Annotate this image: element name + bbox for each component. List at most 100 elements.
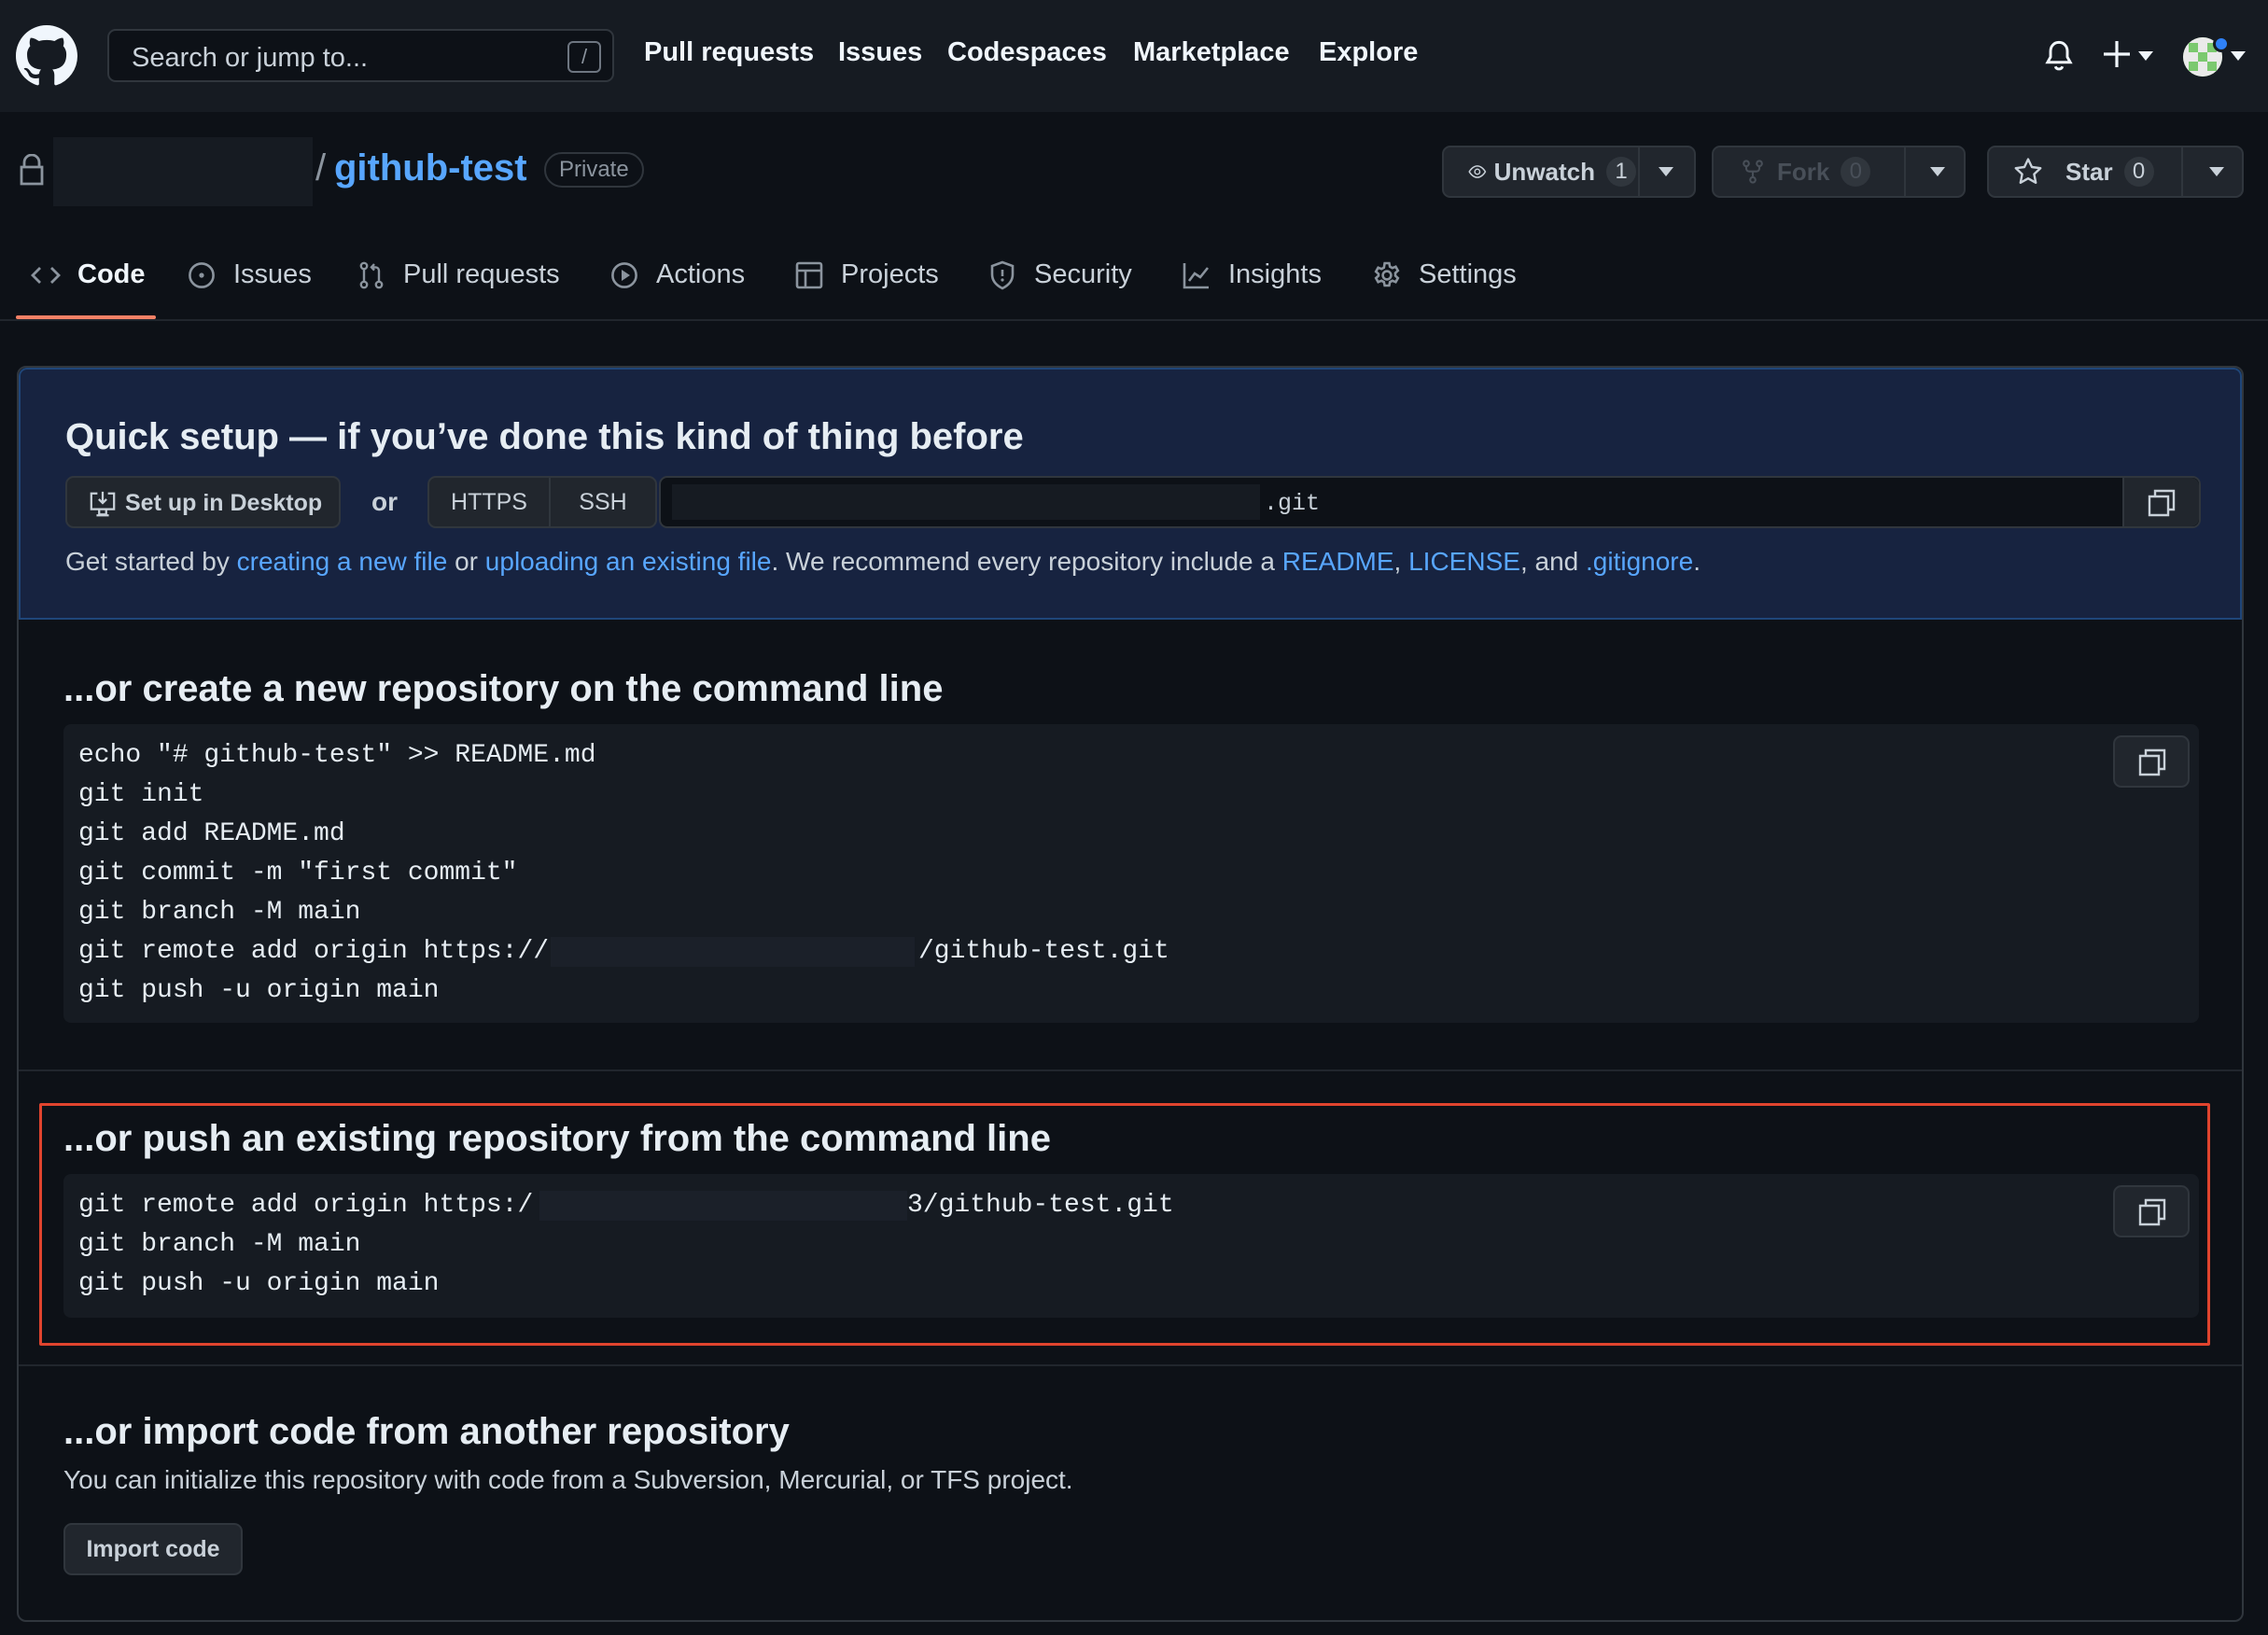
search-placeholder: Search or jump to... xyxy=(132,43,369,73)
copy-icon xyxy=(2138,748,2166,776)
tab-projects[interactable]: Projects xyxy=(794,259,939,290)
code-line: echo "# github-test" >> README.md xyxy=(78,741,596,770)
code-line: git branch -M main xyxy=(78,898,361,927)
help-text-part: Get started by xyxy=(65,547,237,576)
plus-icon[interactable] xyxy=(2102,39,2132,69)
https-button[interactable]: HTTPS xyxy=(429,478,549,526)
chevron-down-icon[interactable] xyxy=(1659,167,1673,176)
help-text-part: , xyxy=(1393,547,1409,576)
button-divider xyxy=(2181,147,2183,196)
tab-label: Pull requests xyxy=(403,259,560,289)
nav-codespaces[interactable]: Codespaces xyxy=(947,37,1107,68)
license-link[interactable]: LICENSE xyxy=(1408,547,1520,576)
clone-url-field[interactable]: .git xyxy=(659,476,2201,528)
notification-dot xyxy=(2213,35,2230,52)
annotation-highlight-box xyxy=(39,1103,2210,1346)
watch-button-group: Unwatch 1 xyxy=(1442,146,1696,198)
star-button-group: Star 0 xyxy=(1987,146,2244,198)
star-count: 0 xyxy=(2123,157,2154,187)
clone-url-redacted xyxy=(672,484,1260,520)
bell-icon[interactable] xyxy=(2042,37,2076,75)
tab-label: Issues xyxy=(233,259,312,289)
fork-count: 0 xyxy=(1841,157,1871,187)
issue-icon xyxy=(189,261,215,288)
repo-name-link[interactable]: github-test xyxy=(334,147,527,189)
fork-button[interactable]: Fork 0 xyxy=(1714,147,1906,196)
create-new-file-link[interactable]: creating a new file xyxy=(237,547,448,576)
chevron-down-icon[interactable] xyxy=(2209,167,2224,176)
owner-name-redacted[interactable] xyxy=(53,137,313,206)
shield-icon xyxy=(990,260,1015,289)
import-code-title: ...or import code from another repositor… xyxy=(63,1411,790,1452)
tab-security[interactable]: Security xyxy=(987,259,1132,290)
create-repo-code-block[interactable]: echo "# github-test" >> README.md git in… xyxy=(63,724,2199,1023)
tab-pull-requests[interactable]: Pull requests xyxy=(357,259,560,290)
eye-icon xyxy=(1468,165,1487,178)
tab-label: Code xyxy=(77,259,146,289)
empty-repo-setup: Quick setup — if you’ve done this kind o… xyxy=(17,366,2244,1622)
star-label: Star xyxy=(2065,157,2113,186)
ssh-button[interactable]: SSH xyxy=(551,478,655,526)
graph-icon xyxy=(1183,262,1210,288)
help-text-part: . xyxy=(1693,547,1701,576)
or-text: or xyxy=(371,487,398,516)
tab-settings[interactable]: Settings xyxy=(1372,259,1517,290)
import-code-description: You can initialize this repository with … xyxy=(63,1465,1073,1494)
lock-icon xyxy=(20,154,44,186)
readme-link[interactable]: README xyxy=(1282,547,1394,576)
watch-count: 1 xyxy=(1606,157,1636,187)
chevron-down-icon[interactable] xyxy=(2138,51,2153,61)
tab-label: Projects xyxy=(841,259,939,289)
help-text-part: , and xyxy=(1519,547,1586,576)
code-line: git commit -m "first commit" xyxy=(78,859,518,887)
tab-code[interactable]: Code xyxy=(31,259,146,290)
pull-request-icon xyxy=(359,261,384,288)
search-shortcut-key: / xyxy=(567,41,601,73)
quick-setup-help-text: Get started by creating a new file or up… xyxy=(65,547,1701,577)
help-text-part: . We recommend every repository include … xyxy=(771,547,1282,576)
nav-explore[interactable]: Explore xyxy=(1319,37,1418,68)
clone-url-suffix: .git xyxy=(1264,490,1321,517)
copy-create-commands-button[interactable] xyxy=(2113,735,2190,788)
tab-insights[interactable]: Insights xyxy=(1182,259,1322,290)
chevron-down-icon[interactable] xyxy=(2231,51,2246,61)
tab-label: Insights xyxy=(1228,259,1322,289)
nav-pull-requests[interactable]: Pull requests xyxy=(644,37,814,68)
quick-setup-title: Quick setup — if you’ve done this kind o… xyxy=(65,416,1024,457)
nav-marketplace[interactable]: Marketplace xyxy=(1133,37,1290,68)
import-code-button[interactable]: Import code xyxy=(63,1523,243,1575)
fork-button-group: Fork 0 xyxy=(1712,146,1966,198)
tab-issues[interactable]: Issues xyxy=(187,259,312,290)
button-divider xyxy=(1904,147,1906,196)
repo-tabs: Code Issues Pull requests Actions Projec… xyxy=(0,241,2268,321)
code-icon xyxy=(31,266,61,284)
star-icon xyxy=(2014,158,2042,184)
gitignore-link[interactable]: .gitignore xyxy=(1586,547,1693,576)
star-button[interactable]: Star 0 xyxy=(1989,147,2181,196)
play-icon xyxy=(611,261,637,288)
section-divider xyxy=(19,1364,2242,1366)
table-icon xyxy=(795,261,823,288)
desktop-download-icon xyxy=(90,491,116,517)
tab-label: Settings xyxy=(1419,259,1517,289)
upload-existing-file-link[interactable]: uploading an existing file xyxy=(485,547,772,576)
repo-path-separator: / xyxy=(315,147,327,189)
copy-url-button[interactable] xyxy=(2122,478,2199,526)
code-line: git push -u origin main xyxy=(78,976,440,1005)
copy-icon xyxy=(2148,489,2176,517)
search-input[interactable]: Search or jump to... / xyxy=(107,29,614,82)
tab-label: Actions xyxy=(656,259,746,289)
setup-in-desktop-button[interactable]: Set up in Desktop xyxy=(65,476,341,528)
section-divider xyxy=(19,1069,2242,1071)
nav-issues[interactable]: Issues xyxy=(838,37,922,68)
github-logo-icon[interactable] xyxy=(16,25,77,87)
quick-setup-panel: Quick setup — if you’ve done this kind o… xyxy=(19,368,2242,620)
gear-icon xyxy=(1374,261,1400,286)
visibility-badge: Private xyxy=(544,152,644,188)
global-header: Search or jump to... / Pull requests Iss… xyxy=(0,0,2268,112)
fork-label: Fork xyxy=(1777,157,1830,186)
unwatch-button[interactable]: Unwatch 1 xyxy=(1444,147,1636,196)
chevron-down-icon[interactable] xyxy=(1930,167,1945,176)
fork-icon xyxy=(1743,160,1763,184)
tab-actions[interactable]: Actions xyxy=(609,259,745,290)
